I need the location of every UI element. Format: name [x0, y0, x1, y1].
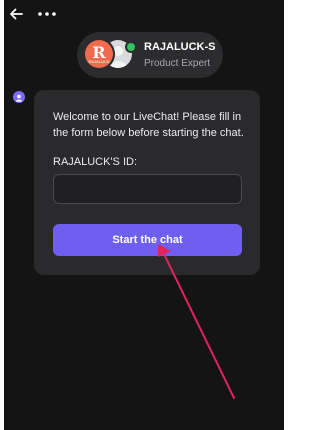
- more-horizontal-icon[interactable]: [37, 9, 57, 19]
- brand-avatar: R RAJALUCK: [85, 40, 113, 68]
- brand-text: RAJALUCK: [88, 59, 110, 64]
- bot-avatar: [13, 91, 25, 103]
- user-icon: [15, 94, 23, 102]
- top-bar: [4, 0, 284, 32]
- welcome-message: Welcome to our LiveChat! Please fill in …: [53, 111, 244, 139]
- agent-role: Product Expert: [144, 58, 211, 69]
- id-field-label: RAJALUCK'S ID:: [53, 156, 138, 168]
- pre-chat-form-card: Welcome to our LiveChat! Please fill in …: [34, 90, 260, 275]
- livechat-window: R RAJALUCK RAJALUCK-S Product Expert Wel…: [4, 0, 284, 430]
- online-status-indicator: [125, 41, 137, 53]
- agent-info: R RAJALUCK RAJALUCK-S Product Expert: [77, 32, 223, 78]
- arrow-left-icon[interactable]: [8, 6, 24, 22]
- id-input[interactable]: [53, 174, 242, 204]
- start-chat-button[interactable]: Start the chat: [53, 224, 242, 256]
- agent-name: RAJALUCK-S: [144, 41, 216, 53]
